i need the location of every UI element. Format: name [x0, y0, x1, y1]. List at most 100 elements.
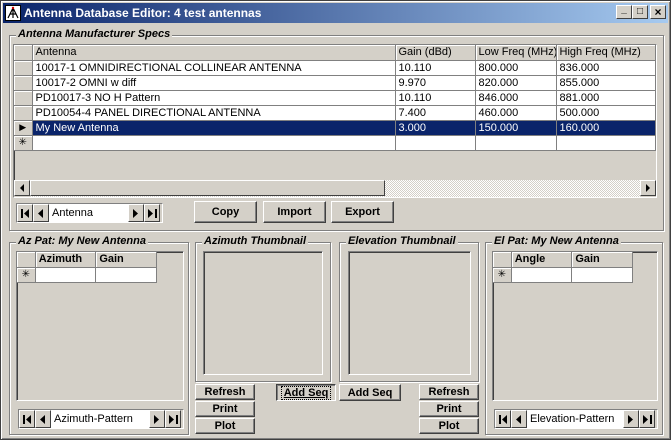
- export-button[interactable]: Export: [331, 201, 394, 223]
- cell-gain[interactable]: 9.970: [395, 75, 476, 91]
- copy-button[interactable]: Copy: [194, 201, 257, 223]
- cell-low-freq[interactable]: 820.000: [475, 75, 557, 91]
- previous-record-icon: [516, 414, 521, 424]
- first-record-icon: [22, 414, 31, 424]
- col-antenna-header[interactable]: Antenna: [32, 45, 396, 61]
- el-plot-button[interactable]: Plot: [419, 418, 479, 434]
- window-title: Antenna Database Editor: 4 test antennas: [24, 6, 262, 20]
- row-selector[interactable]: [14, 105, 33, 121]
- last-record-icon: [147, 208, 157, 218]
- col-angle-header[interactable]: Angle: [511, 252, 573, 268]
- cell-gain[interactable]: [571, 267, 633, 283]
- new-record-row[interactable]: ✳: [493, 267, 633, 283]
- minimize-button[interactable]: _: [616, 5, 632, 19]
- cell-low-freq[interactable]: 150.000: [475, 120, 557, 136]
- el-print-button[interactable]: Print: [419, 401, 479, 417]
- az-print-button[interactable]: Print: [195, 401, 255, 417]
- elevation-record-navigator: Elevation-Pattern: [494, 409, 658, 429]
- cell-antenna[interactable]: PD10054-4 PANEL DIRECTIONAL ANTENNA: [32, 105, 396, 121]
- cell-low-freq[interactable]: 460.000: [475, 105, 557, 121]
- new-record-row[interactable]: ✳: [14, 135, 656, 151]
- scroll-left-button[interactable]: [14, 180, 30, 196]
- last-record-button[interactable]: [165, 410, 181, 428]
- close-button[interactable]: ×: [650, 5, 666, 19]
- cell-gain[interactable]: 10.110: [395, 90, 476, 106]
- scroll-track[interactable]: [30, 180, 640, 197]
- cell-antenna[interactable]: 10017-2 OMNI w diff: [32, 75, 396, 91]
- add-seq-az-button[interactable]: Add Seq: [276, 384, 336, 401]
- az-pattern-grid[interactable]: Azimuth Gain ✳: [16, 251, 184, 401]
- first-record-button[interactable]: [17, 204, 33, 222]
- scroll-right-button[interactable]: [640, 180, 656, 196]
- cell-gain[interactable]: 3.000: [395, 120, 476, 136]
- table-row-selected[interactable]: ▶ My New Antenna 3.000 150.000 160.000: [14, 120, 656, 136]
- col-gain-header[interactable]: Gain: [571, 252, 633, 268]
- next-record-button[interactable]: [149, 410, 165, 428]
- table-row[interactable]: 10017-1 OMNIDIRECTIONAL COLLINEAR ANTENN…: [14, 60, 656, 76]
- el-pattern-grid[interactable]: Angle Gain ✳: [492, 251, 658, 401]
- scroll-thumb[interactable]: [30, 180, 385, 196]
- col-gain-header[interactable]: Gain (dBd): [395, 45, 476, 61]
- specs-grid[interactable]: Antenna Gain (dBd) Low Freq (MHz) High F…: [13, 44, 657, 198]
- cell-high-freq[interactable]: 836.000: [556, 60, 656, 76]
- cell-low-freq[interactable]: 800.000: [475, 60, 557, 76]
- antenna-record-navigator: Antenna: [16, 203, 163, 223]
- elevation-thumbnail[interactable]: [348, 251, 471, 375]
- azimuth-thumbnail[interactable]: [203, 251, 323, 375]
- table-row[interactable]: PD10017-3 NO H Pattern 10.110 846.000 88…: [14, 90, 656, 106]
- azimuth-record-navigator: Azimuth-Pattern: [18, 409, 184, 429]
- cell-low-freq[interactable]: 846.000: [475, 90, 557, 106]
- cell-gain[interactable]: 7.400: [395, 105, 476, 121]
- cell-antenna[interactable]: 10017-1 OMNIDIRECTIONAL COLLINEAR ANTENN…: [32, 60, 396, 76]
- cell-angle[interactable]: [511, 267, 573, 283]
- cell-high-freq[interactable]: [556, 135, 656, 151]
- new-row-indicator[interactable]: ✳: [493, 267, 512, 283]
- last-record-button[interactable]: [639, 410, 655, 428]
- row-selector[interactable]: [14, 90, 33, 106]
- current-row-indicator[interactable]: ▶: [14, 120, 33, 136]
- table-row[interactable]: PD10054-4 PANEL DIRECTIONAL ANTENNA 7.40…: [14, 105, 656, 121]
- col-azimuth-header[interactable]: Azimuth: [35, 252, 97, 268]
- cell-high-freq[interactable]: 855.000: [556, 75, 656, 91]
- cell-antenna[interactable]: My New Antenna: [32, 120, 396, 136]
- cell-azimuth[interactable]: [35, 267, 97, 283]
- el-refresh-button[interactable]: Refresh: [419, 384, 479, 400]
- col-lowfreq-header[interactable]: Low Freq (MHz): [475, 45, 557, 61]
- cell-low-freq[interactable]: [475, 135, 557, 151]
- new-row-indicator[interactable]: ✳: [14, 135, 33, 151]
- new-row-indicator[interactable]: ✳: [17, 267, 36, 283]
- row-selector[interactable]: [14, 75, 33, 91]
- next-record-icon: [154, 414, 159, 424]
- last-record-button[interactable]: [144, 204, 160, 222]
- col-gain-header[interactable]: Gain: [95, 252, 157, 268]
- table-row[interactable]: 10017-2 OMNI w diff 9.970 820.000 855.00…: [14, 75, 656, 91]
- previous-record-button[interactable]: [33, 204, 49, 222]
- cell-high-freq[interactable]: 500.000: [556, 105, 656, 121]
- row-header-corner: [17, 252, 36, 268]
- previous-record-button[interactable]: [511, 410, 527, 428]
- col-highfreq-header[interactable]: High Freq (MHz): [556, 45, 656, 61]
- az-refresh-button[interactable]: Refresh: [195, 384, 255, 400]
- import-button[interactable]: Import: [263, 201, 326, 223]
- horizontal-scrollbar[interactable]: [14, 180, 656, 197]
- maximize-button[interactable]: □: [632, 5, 648, 19]
- previous-record-button[interactable]: [35, 410, 51, 428]
- close-icon: ×: [654, 5, 662, 19]
- cell-gain[interactable]: [395, 135, 476, 151]
- next-record-button[interactable]: [623, 410, 639, 428]
- new-record-row[interactable]: ✳: [17, 267, 157, 283]
- first-record-button[interactable]: [495, 410, 511, 428]
- cell-gain[interactable]: [95, 267, 157, 283]
- cell-gain[interactable]: 10.110: [395, 60, 476, 76]
- elevation-thumbnail-group: Elevation Thumbnail: [339, 235, 479, 382]
- cell-antenna[interactable]: [32, 135, 396, 151]
- cell-high-freq[interactable]: 160.000: [556, 120, 656, 136]
- title-bar[interactable]: Antenna Database Editor: 4 test antennas…: [3, 3, 668, 23]
- cell-high-freq[interactable]: 881.000: [556, 90, 656, 106]
- row-selector[interactable]: [14, 60, 33, 76]
- add-seq-el-button[interactable]: Add Seq: [339, 384, 401, 401]
- az-plot-button[interactable]: Plot: [195, 418, 255, 434]
- first-record-button[interactable]: [19, 410, 35, 428]
- next-record-button[interactable]: [128, 204, 144, 222]
- cell-antenna[interactable]: PD10017-3 NO H Pattern: [32, 90, 396, 106]
